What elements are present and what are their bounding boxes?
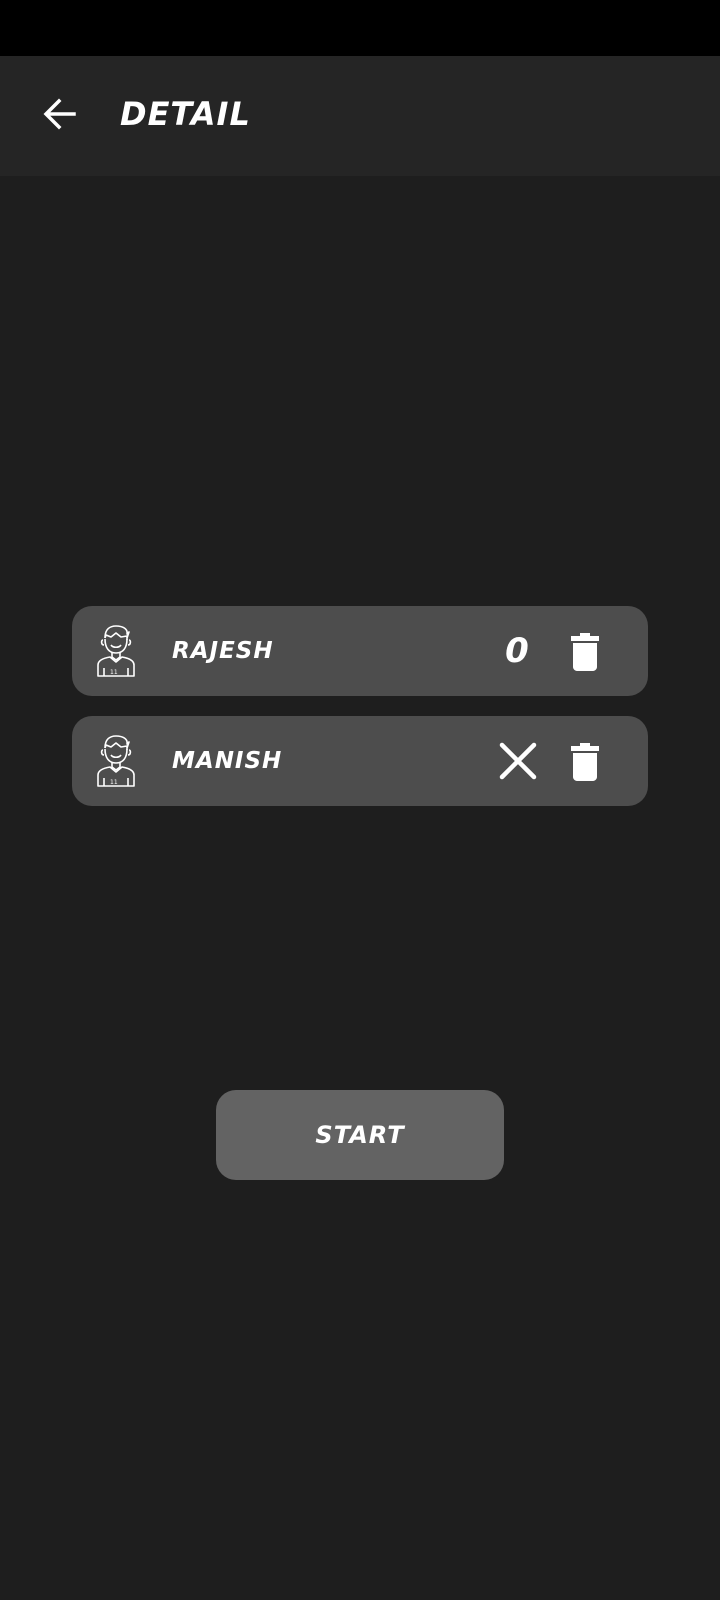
close-icon — [499, 742, 537, 780]
close-button[interactable] — [496, 738, 540, 784]
player-name: MANISH — [172, 748, 283, 774]
back-button[interactable] — [36, 84, 84, 144]
svg-text:11: 11 — [110, 669, 118, 676]
start-button[interactable]: START — [216, 1090, 504, 1180]
svg-text:11: 11 — [110, 779, 118, 786]
player-avatar-icon: 11 — [97, 735, 135, 787]
player-list: 11 RAJESH 0 11 MANISH — [72, 606, 648, 826]
player-card-manish[interactable]: 11 MANISH — [72, 716, 648, 806]
delete-player-button[interactable] — [566, 630, 604, 674]
page-title: DETAIL — [120, 95, 251, 133]
player-avatar-icon: 11 — [97, 625, 135, 677]
trash-icon — [571, 743, 599, 781]
app-bar: DETAIL — [0, 56, 720, 176]
player-score: 0 — [505, 631, 529, 671]
player-name: RAJESH — [172, 638, 274, 664]
arrow-left-icon — [43, 98, 76, 130]
trash-icon — [571, 633, 599, 671]
status-bar — [0, 0, 720, 56]
main-content: 11 RAJESH 0 11 MANISH — [0, 176, 720, 1600]
player-card-rajesh[interactable]: 11 RAJESH 0 — [72, 606, 648, 696]
delete-player-button[interactable] — [566, 740, 604, 784]
